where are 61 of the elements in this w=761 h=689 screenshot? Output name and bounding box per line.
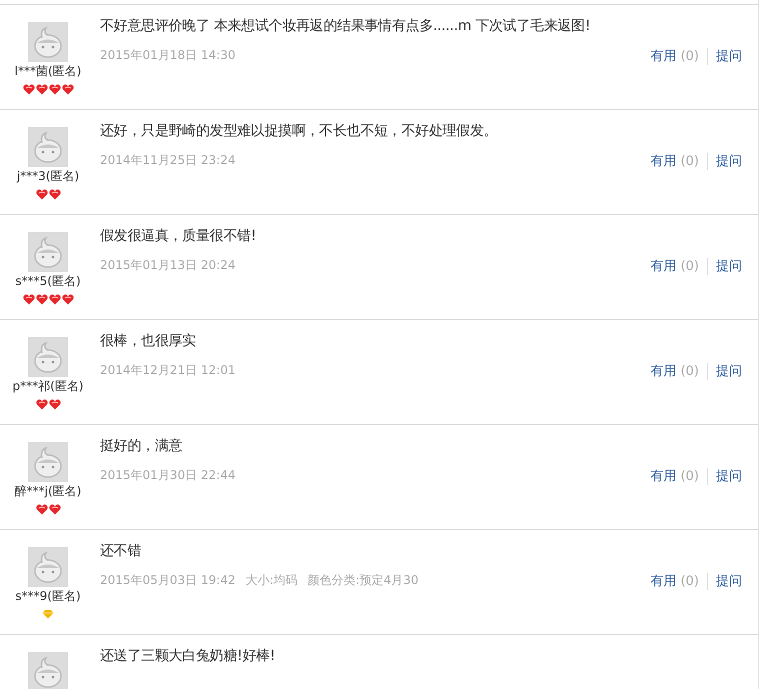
useful-link[interactable]: 有用: [650, 572, 677, 590]
review-date: 2015年05月03日 19:42: [100, 572, 236, 589]
heart-icon: [22, 294, 34, 305]
review-text: 还不错: [100, 542, 142, 560]
heart-icon: [36, 399, 48, 410]
useful-count: (0): [680, 364, 699, 378]
review-text: 还送了三颗大白兔奶糖!好棒!: [100, 647, 276, 665]
username: j***3(匿名): [16, 168, 80, 185]
heart-icon: [22, 84, 34, 95]
username: l***菌(匿名): [14, 63, 82, 80]
avatar-icon: [28, 127, 68, 167]
username: s***9(匿名): [15, 588, 81, 605]
heart-icon: [62, 294, 74, 305]
review-text: 很棒，也很厚实: [100, 332, 197, 350]
heart-icon: [36, 504, 48, 515]
heart-icon: [48, 189, 60, 200]
product-spec: 颜色分类:预定4月30: [308, 572, 418, 589]
ask-link[interactable]: 提问: [716, 467, 742, 485]
heart-icon: [48, 294, 60, 305]
ask-link[interactable]: 提问: [716, 362, 742, 380]
username: p***祁(匿名): [12, 378, 84, 395]
useful-count: (0): [680, 48, 699, 64]
ask-link[interactable]: 提问: [716, 257, 742, 275]
avatar-icon: [28, 337, 68, 377]
heart-icon: [48, 84, 60, 95]
diamond-icon: [42, 609, 54, 619]
review-text: 不好意思评价晚了 本来想试个妆再返的结果事情有点多......m 下次试了毛来返图!: [100, 17, 592, 35]
useful-link[interactable]: 有用: [650, 257, 677, 275]
review-text: 假发很逼真，质量很不错!: [100, 227, 258, 245]
review-date: 2015年01月18日 14:30: [100, 47, 236, 64]
heart-icon: [62, 84, 74, 95]
username: s***5(匿名): [15, 273, 81, 290]
avatar-icon: [28, 232, 68, 272]
useful-link[interactable]: 有用: [650, 467, 677, 485]
review-date: 2014年12月21日 12:01: [100, 362, 236, 379]
useful-link[interactable]: 有用: [650, 152, 677, 170]
product-spec: 大小:均码: [245, 572, 298, 589]
useful-count: (0): [680, 468, 699, 484]
heart-icon: [48, 504, 60, 515]
ask-link[interactable]: 提问: [716, 152, 742, 170]
heart-icon: [36, 294, 48, 305]
heart-icon: [36, 189, 48, 200]
useful-link[interactable]: 有用: [650, 362, 677, 380]
ask-link[interactable]: 提问: [716, 572, 742, 590]
useful-count: (0): [680, 574, 699, 588]
review-date: 2014年11月25日 23:24: [100, 152, 236, 169]
avatar-icon: [28, 442, 68, 482]
avatar-icon: [28, 652, 68, 689]
avatar-icon: [28, 22, 68, 62]
ask-link[interactable]: 提问: [716, 47, 742, 65]
heart-icon: [48, 399, 60, 410]
useful-count: (0): [680, 154, 699, 168]
heart-icon: [36, 84, 48, 95]
useful-count: (0): [680, 258, 699, 274]
review-date: 2015年01月13日 20:24: [100, 257, 236, 274]
review-text: 挺好的，满意: [100, 437, 184, 455]
useful-link[interactable]: 有用: [650, 47, 677, 65]
review-text: 还好，只是野崎的发型难以捉摸啊，不长也不短，不好处理假发。: [100, 122, 498, 140]
username: 醉***j(匿名): [14, 483, 82, 500]
avatar-icon: [28, 547, 68, 587]
review-date: 2015年01月30日 22:44: [100, 467, 236, 484]
